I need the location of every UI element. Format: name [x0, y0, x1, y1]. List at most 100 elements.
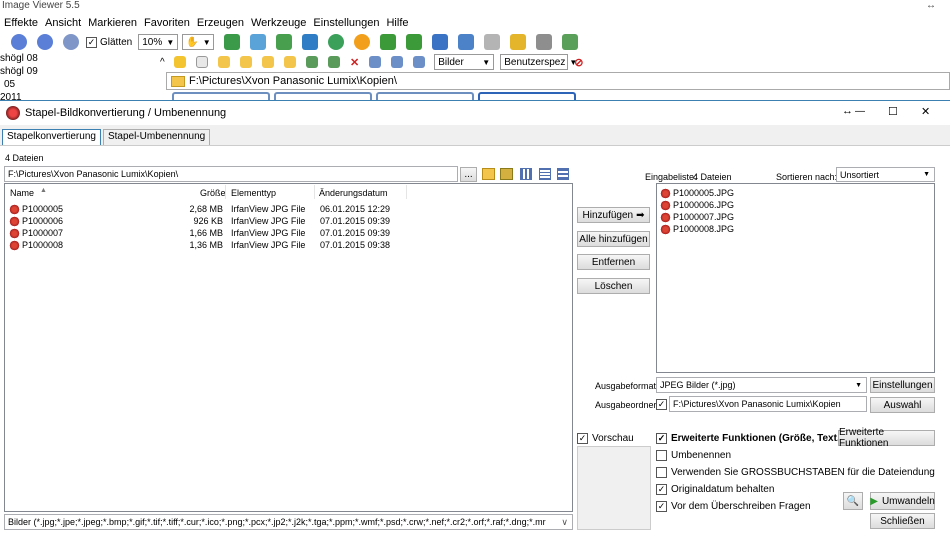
tree-item[interactable]: 05 [0, 78, 160, 91]
column-size[interactable]: Größe [200, 188, 226, 198]
original-size-icon[interactable] [63, 34, 79, 50]
details-view-icon[interactable] [557, 168, 569, 180]
output-folder-input[interactable]: F:\Pictures\Xvon Panasonic Lumix\Kopien [669, 396, 867, 412]
keep-date-checkbox[interactable]: ✓ [656, 484, 667, 495]
advanced-functions-option[interactable]: ✓ Erweiterte Funktionen (Größe, Text...) [656, 433, 849, 444]
output-folder-checkbox[interactable]: ✓ [656, 399, 667, 410]
user-icon[interactable] [328, 34, 345, 50]
adjust-icon[interactable] [458, 34, 475, 50]
menu-erzeugen[interactable]: Erzeugen [197, 17, 244, 29]
thumbnail[interactable] [172, 92, 270, 100]
save-icon[interactable] [562, 34, 579, 50]
add-all-button[interactable]: Alle hinzufügen [577, 231, 650, 247]
column-date[interactable]: Änderungsdatum [319, 188, 388, 198]
column-type[interactable]: Elementtyp [231, 188, 276, 198]
rename-option[interactable]: Umbenennen [656, 450, 731, 461]
add-button[interactable]: Hinzufügen ➡ [577, 207, 650, 223]
list-item[interactable]: P1000008.JPG [660, 223, 734, 236]
menu-effekte[interactable]: Effekte [4, 17, 38, 29]
folder-icon[interactable] [262, 56, 274, 68]
column-divider[interactable] [225, 185, 226, 199]
table-row[interactable]: P1000005 2,68 MB IrfanView JPG File 06.0… [5, 203, 572, 216]
view-mode-select[interactable]: Bilder ▼ [434, 54, 495, 70]
move-icon[interactable] [328, 56, 340, 68]
maximize-icon[interactable]: ↔ [926, 0, 936, 11]
menu-markieren[interactable]: Markieren [88, 17, 137, 29]
grid-icon[interactable] [369, 56, 382, 68]
zoom-select[interactable]: 10% ▼ [138, 34, 179, 50]
file-filter-select[interactable]: Bilder (*.jpg;*.jpe;*.jpeg;*.bmp;*.gif;*… [4, 514, 573, 530]
forward-icon[interactable] [196, 56, 208, 68]
tree-item[interactable]: shögl 08 [0, 52, 160, 65]
list-item[interactable]: P1000007.JPG [660, 211, 734, 224]
stop-icon[interactable]: ⊘ [574, 56, 583, 69]
menu-einstellungen[interactable]: Einstellungen [313, 17, 379, 29]
thumbnail[interactable] [274, 92, 372, 100]
copy-icon[interactable] [306, 56, 318, 68]
minimize-button[interactable]: — [855, 106, 865, 117]
chart-icon[interactable] [432, 34, 449, 50]
close-button[interactable]: ✕ [921, 105, 930, 118]
settings-button[interactable]: Einstellungen [870, 377, 935, 393]
folder-icon[interactable] [240, 56, 252, 68]
output-format-select[interactable]: JPEG Bilder (*.jpg) ▼ [656, 377, 867, 393]
tab-batch-conversion[interactable]: Stapelkonvertierung [2, 129, 101, 145]
column-divider[interactable] [406, 185, 407, 199]
delete-icon[interactable]: ✕ [350, 56, 359, 69]
folder-icon[interactable] [500, 168, 513, 180]
sort-select[interactable]: Unsortiert ▼ [836, 167, 935, 182]
slideshow-icon[interactable] [276, 34, 293, 50]
browse-button[interactable]: ... [460, 167, 477, 182]
table-row[interactable]: P1000007 1,66 MB IrfanView JPG File 07.0… [5, 227, 572, 240]
zoom-out-icon[interactable] [37, 34, 53, 50]
ask-overwrite-option[interactable]: ✓ Vor dem Überschreiben Fragen [656, 501, 811, 512]
maximize-button[interactable]: ☐ [888, 105, 898, 118]
list-item[interactable]: P1000005.JPG [660, 187, 734, 200]
print-icon[interactable] [536, 34, 553, 50]
source-path-input[interactable]: F:\Pictures\Xvon Panasonic Lumix\Kopien\ [4, 166, 458, 182]
advanced-checkbox[interactable]: ✓ [656, 433, 667, 444]
ask-overwrite-checkbox[interactable]: ✓ [656, 501, 667, 512]
thumbnail[interactable] [376, 92, 474, 100]
grid-view-icon[interactable] [520, 168, 532, 180]
column-divider[interactable] [314, 185, 315, 199]
browser-path[interactable]: F:\Pictures\Xvon Panasonic Lumix\Kopien\ [166, 72, 950, 90]
tab-batch-rename[interactable]: Stapel-Umbenennung [102, 129, 211, 145]
clear-button[interactable]: Löschen [577, 278, 650, 294]
menu-favoriten[interactable]: Favoriten [144, 17, 190, 29]
keep-date-option[interactable]: ✓ Originaldatum behalten [656, 484, 774, 495]
remove-button[interactable]: Entfernen [577, 254, 650, 270]
advanced-functions-button[interactable]: Erweiterte Funktionen [838, 427, 935, 449]
folder-up-icon[interactable] [218, 56, 230, 68]
rename-checkbox[interactable] [656, 450, 667, 461]
uppercase-extension-option[interactable]: Verwenden Sie GROSSBUCHSTABEN für die Da… [656, 467, 935, 478]
column-name[interactable]: Name [10, 188, 34, 198]
convert-button[interactable]: ▶ Umwandeln [870, 492, 935, 510]
preview-checkbox[interactable]: ✓ [577, 433, 588, 444]
back-icon[interactable] [174, 56, 186, 68]
palette-icon[interactable] [302, 34, 319, 50]
rotate-left-icon[interactable] [380, 34, 397, 50]
sort-mode-select[interactable]: Benutzerspez ▼ [500, 54, 577, 70]
image-icon[interactable] [250, 34, 267, 50]
resize-icon[interactable]: ↔ [842, 105, 853, 117]
gear-icon[interactable] [354, 34, 371, 50]
rotate-right-icon[interactable] [406, 34, 423, 50]
table-row[interactable]: P1000006 926 KB IrfanView JPG File 07.01… [5, 215, 572, 228]
list-item[interactable]: P1000006.JPG [660, 199, 734, 212]
preview-zoom-button[interactable]: 🔍 [843, 492, 863, 510]
menu-hilfe[interactable]: Hilfe [386, 17, 408, 29]
choose-folder-button[interactable]: Auswahl [870, 397, 935, 413]
grid-icon[interactable] [391, 56, 404, 68]
zoom-in-icon[interactable] [11, 34, 27, 50]
hand-tool-select[interactable]: ✋ ▼ [182, 34, 215, 50]
scan-icon[interactable] [484, 34, 501, 50]
list-icon[interactable] [413, 56, 426, 68]
filmstrip-icon[interactable] [224, 34, 241, 50]
uppercase-checkbox[interactable] [656, 467, 667, 478]
folder-icon[interactable] [284, 56, 296, 68]
list-view-icon[interactable] [539, 168, 551, 180]
thumbnail-selected[interactable] [478, 92, 576, 100]
preview-toggle[interactable]: ✓ Vorschau [577, 433, 634, 444]
menu-ansicht[interactable]: Ansicht [45, 17, 81, 29]
